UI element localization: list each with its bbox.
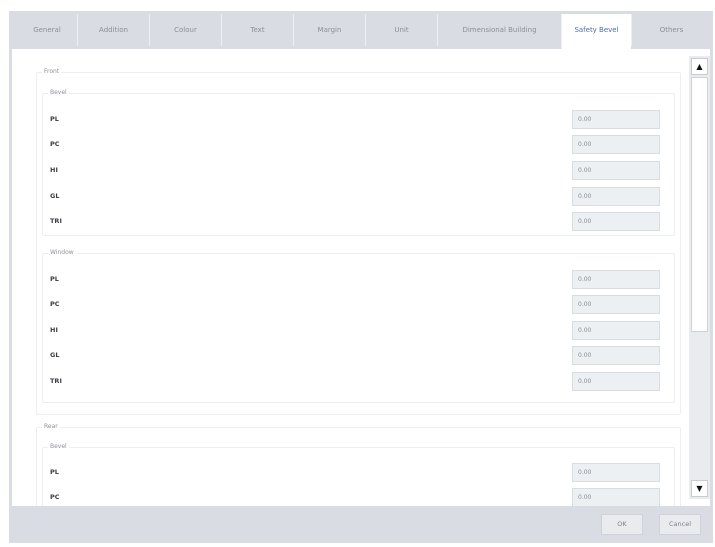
rear-bevel-pl-input[interactable]: 0.00 bbox=[572, 463, 660, 482]
front-bevel-label: Bevel bbox=[48, 89, 69, 96]
front-window-tri-input[interactable]: 0.00 bbox=[572, 372, 660, 391]
tab-dimensional-building[interactable]: Dimensional Building bbox=[437, 14, 561, 46]
tab-addition[interactable]: Addition bbox=[77, 14, 149, 46]
front-window-gl-input[interactable]: 0.00 bbox=[572, 346, 660, 365]
rear-bevel-pc-label: PC bbox=[50, 493, 60, 501]
rear-group-label: Rear bbox=[42, 423, 60, 430]
front-bevel-gl-input[interactable]: 0.00 bbox=[572, 187, 660, 206]
settings-dialog: General Addition Colour Text Margin Unit… bbox=[9, 11, 713, 543]
front-window-hi-input[interactable]: 0.00 bbox=[572, 321, 660, 340]
tab-general[interactable]: General bbox=[17, 14, 77, 46]
front-window-pc-label: PC bbox=[50, 300, 60, 308]
cancel-button[interactable]: Cancel bbox=[659, 514, 701, 535]
front-bevel-pc-input[interactable]: 0.00 bbox=[572, 135, 660, 154]
tab-content-panel: Front Bevel PL 0.00 PC 0.00 HI 0.00 GL 0… bbox=[12, 49, 710, 506]
front-bevel-pc-label: PC bbox=[50, 140, 60, 148]
front-bevel-gl-label: GL bbox=[50, 192, 60, 200]
vertical-scrollbar[interactable]: ▲ ▼ bbox=[689, 56, 710, 499]
front-window-pl-label: PL bbox=[50, 275, 59, 283]
tab-bar: General Addition Colour Text Margin Unit… bbox=[9, 11, 713, 49]
front-window-label: Window bbox=[48, 249, 76, 256]
rear-bevel-pc-input[interactable]: 0.00 bbox=[572, 488, 660, 506]
scroll-down-icon[interactable]: ▼ bbox=[691, 480, 708, 497]
front-window-gl-label: GL bbox=[50, 351, 60, 359]
front-bevel-pl-label: PL bbox=[50, 115, 59, 123]
scroll-up-icon[interactable]: ▲ bbox=[691, 58, 708, 75]
front-bevel-tri-input[interactable]: 0.00 bbox=[572, 212, 660, 231]
rear-bevel-label: Bevel bbox=[48, 443, 69, 450]
front-bevel-pl-input[interactable]: 0.00 bbox=[572, 110, 660, 129]
tab-others[interactable]: Others bbox=[631, 14, 711, 46]
tab-unit[interactable]: Unit bbox=[365, 14, 437, 46]
dialog-footer: OK Cancel bbox=[9, 506, 713, 543]
front-group-label: Front bbox=[42, 68, 62, 75]
front-bevel-hi-input[interactable]: 0.00 bbox=[572, 161, 660, 180]
front-bevel-tri-label: TRI bbox=[50, 217, 62, 225]
tab-safety-bevel[interactable]: Safety Bevel bbox=[561, 14, 631, 49]
tab-colour[interactable]: Colour bbox=[149, 14, 221, 46]
front-window-hi-label: HI bbox=[50, 326, 58, 334]
scroll-thumb[interactable] bbox=[691, 77, 708, 332]
tab-margin[interactable]: Margin bbox=[293, 14, 365, 46]
front-window-pl-input[interactable]: 0.00 bbox=[572, 270, 660, 289]
front-bevel-hi-label: HI bbox=[50, 166, 58, 174]
front-window-pc-input[interactable]: 0.00 bbox=[572, 295, 660, 314]
front-window-tri-label: TRI bbox=[50, 377, 62, 385]
ok-button[interactable]: OK bbox=[601, 514, 643, 535]
tab-text[interactable]: Text bbox=[221, 14, 293, 46]
rear-bevel-pl-label: PL bbox=[50, 468, 59, 476]
